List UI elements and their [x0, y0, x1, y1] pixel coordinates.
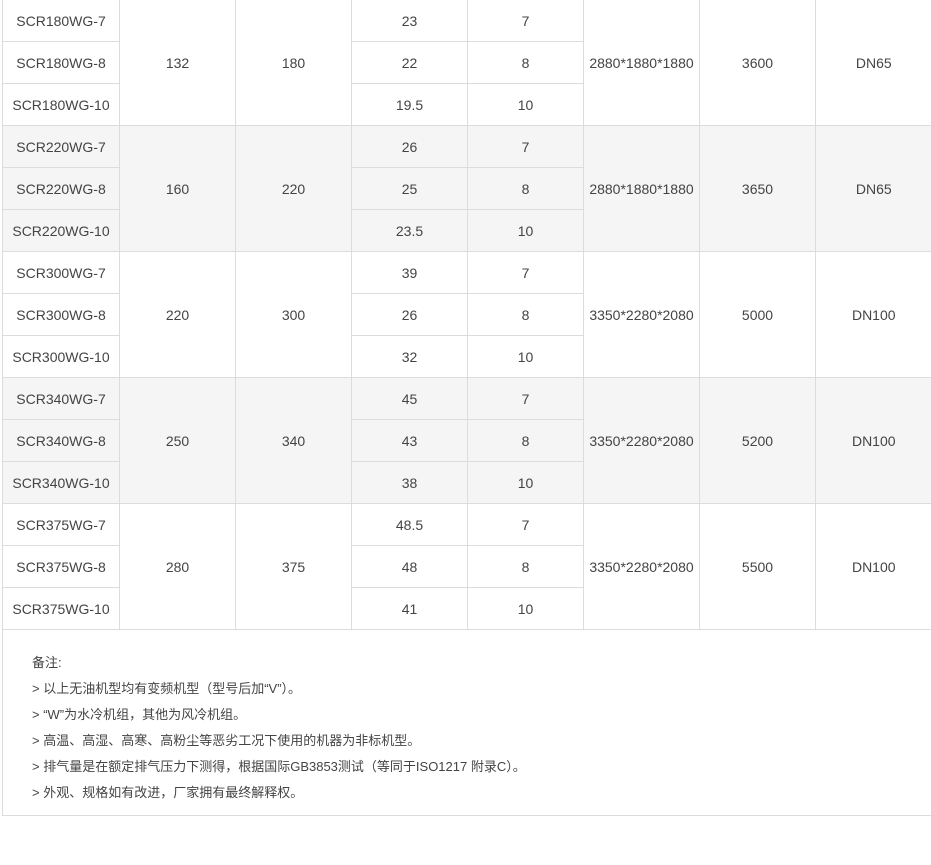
air-volume-cell: 39: [351, 251, 468, 294]
model-cell: SCR375WG-10: [2, 587, 120, 630]
model-group: SCR180WG-7 132 180 23 7 2880*1880*1880 3600 DN6…: [2, 0, 931, 126]
model-cell: SCR180WG-10: [2, 83, 120, 126]
air-volume-cell: 25: [351, 167, 468, 210]
model-group: SCR375WG-7 280 375 48.5 7 3350*2280*2080 5500 D…: [2, 503, 931, 630]
dimensions-cell: 3350*2280*2080: [583, 377, 700, 504]
power-hp-cell: 300: [235, 251, 352, 378]
weight-cell: 5000: [699, 251, 816, 378]
outlet-cell: DN65: [815, 0, 931, 126]
model-cell: SCR220WG-8: [2, 167, 120, 210]
pressure-cell: 10: [467, 335, 584, 378]
pressure-cell: 7: [467, 0, 584, 42]
dimensions-cell: 3350*2280*2080: [583, 251, 700, 378]
air-volume-cell: 23.5: [351, 209, 468, 252]
note-line-2: > “W”为水冷机组，其他为风冷机组。: [32, 707, 247, 722]
air-volume-cell: 26: [351, 125, 468, 168]
weight-cell: 5500: [699, 503, 816, 630]
outlet-cell: DN65: [815, 125, 931, 252]
table-row: SCR220WG-7 160 220 26 7 2880*1880*1880 3650 DN6…: [2, 125, 931, 252]
weight-cell: 3600: [699, 0, 816, 126]
air-volume-cell: 41: [351, 587, 468, 630]
air-volume-cell: 19.5: [351, 83, 468, 126]
model-cell: SCR340WG-7: [2, 377, 120, 420]
model-group: SCR340WG-7 250 340 45 7 3350*2280*2080 5200 DN1…: [2, 377, 931, 504]
power-hp-cell: 220: [235, 125, 352, 252]
pressure-cell: 8: [467, 167, 584, 210]
spec-table: SCR180WG-7 132 180 23 7 2880*1880*1880 3600 DN6…: [2, 0, 931, 630]
pressure-cell: 10: [467, 587, 584, 630]
dimensions-cell: 2880*1880*1880: [583, 125, 700, 252]
power-kw-cell: 220: [119, 251, 236, 378]
model-cell: SCR300WG-7: [2, 251, 120, 294]
table-row: SCR340WG-7 250 340 45 7 3350*2280*2080 5200 DN1…: [2, 377, 931, 504]
power-hp-cell: 375: [235, 503, 352, 630]
note-line-4: > 排气量是在额定排气压力下测得，根据国际GB3853测试（等同于ISO1217…: [32, 759, 526, 774]
model-cell: SCR180WG-8: [2, 41, 120, 84]
model-cell: SCR375WG-7: [2, 503, 120, 546]
model-group: SCR300WG-7 220 300 39 7 3350*2280*2080 5000 DN1…: [2, 251, 931, 378]
air-volume-cell: 38: [351, 461, 468, 504]
pressure-cell: 8: [467, 293, 584, 336]
pressure-cell: 10: [467, 461, 584, 504]
table-row: SCR375WG-7 280 375 48.5 7 3350*2280*2080 5500 D…: [2, 503, 931, 630]
note-line-1: > 以上无油机型均有变频机型（型号后加“V”）。: [32, 681, 302, 696]
outlet-cell: DN100: [815, 377, 931, 504]
power-kw-cell: 250: [119, 377, 236, 504]
dimensions-cell: 2880*1880*1880: [583, 0, 700, 126]
air-volume-cell: 45: [351, 377, 468, 420]
pressure-cell: 10: [467, 83, 584, 126]
note-line-3: > 高温、高湿、高寒、高粉尘等恶劣工况下使用的机器为非标机型。: [32, 733, 421, 748]
air-volume-cell: 22: [351, 41, 468, 84]
pressure-cell: 10: [467, 209, 584, 252]
model-cell: SCR340WG-10: [2, 461, 120, 504]
pressure-cell: 8: [467, 41, 584, 84]
model-cell: SCR220WG-7: [2, 125, 120, 168]
model-cell: SCR340WG-8: [2, 419, 120, 462]
air-volume-cell: 23: [351, 0, 468, 42]
air-volume-cell: 32: [351, 335, 468, 378]
model-group: SCR220WG-7 160 220 26 7 2880*1880*1880 3650 DN6…: [2, 125, 931, 252]
model-cell: SCR300WG-8: [2, 293, 120, 336]
pressure-cell: 7: [467, 251, 584, 294]
model-cell: SCR375WG-8: [2, 545, 120, 588]
table-row: SCR300WG-7 220 300 39 7 3350*2280*2080 5000 DN1…: [2, 251, 931, 378]
pressure-cell: 8: [467, 419, 584, 462]
air-volume-cell: 48.5: [351, 503, 468, 546]
dimensions-cell: 3350*2280*2080: [583, 503, 700, 630]
power-hp-cell: 180: [235, 0, 352, 126]
spec-sheet: SCR180WG-7 132 180 23 7 2880*1880*1880 3600 DN6…: [2, 0, 931, 816]
power-kw-cell: 280: [119, 503, 236, 630]
air-volume-cell: 43: [351, 419, 468, 462]
power-hp-cell: 340: [235, 377, 352, 504]
table-row: SCR180WG-7 132 180 23 7 2880*1880*1880 3600 DN6…: [2, 0, 931, 126]
notes-title: 备注:: [32, 655, 62, 670]
pressure-cell: 7: [467, 503, 584, 546]
notes-section: 备注: > 以上无油机型均有变频机型（型号后加“V”）。 > “W”为水冷机组，…: [2, 630, 931, 816]
pressure-cell: 7: [467, 377, 584, 420]
power-kw-cell: 160: [119, 125, 236, 252]
note-line-5: > 外观、规格如有改进，厂家拥有最终解释权。: [32, 785, 304, 800]
outlet-cell: DN100: [815, 503, 931, 630]
air-volume-cell: 26: [351, 293, 468, 336]
power-kw-cell: 132: [119, 0, 236, 126]
pressure-cell: 8: [467, 545, 584, 588]
weight-cell: 5200: [699, 377, 816, 504]
model-cell: SCR300WG-10: [2, 335, 120, 378]
model-cell: SCR220WG-10: [2, 209, 120, 252]
model-cell: SCR180WG-7: [2, 0, 120, 42]
pressure-cell: 7: [467, 125, 584, 168]
weight-cell: 3650: [699, 125, 816, 252]
outlet-cell: DN100: [815, 251, 931, 378]
air-volume-cell: 48: [351, 545, 468, 588]
